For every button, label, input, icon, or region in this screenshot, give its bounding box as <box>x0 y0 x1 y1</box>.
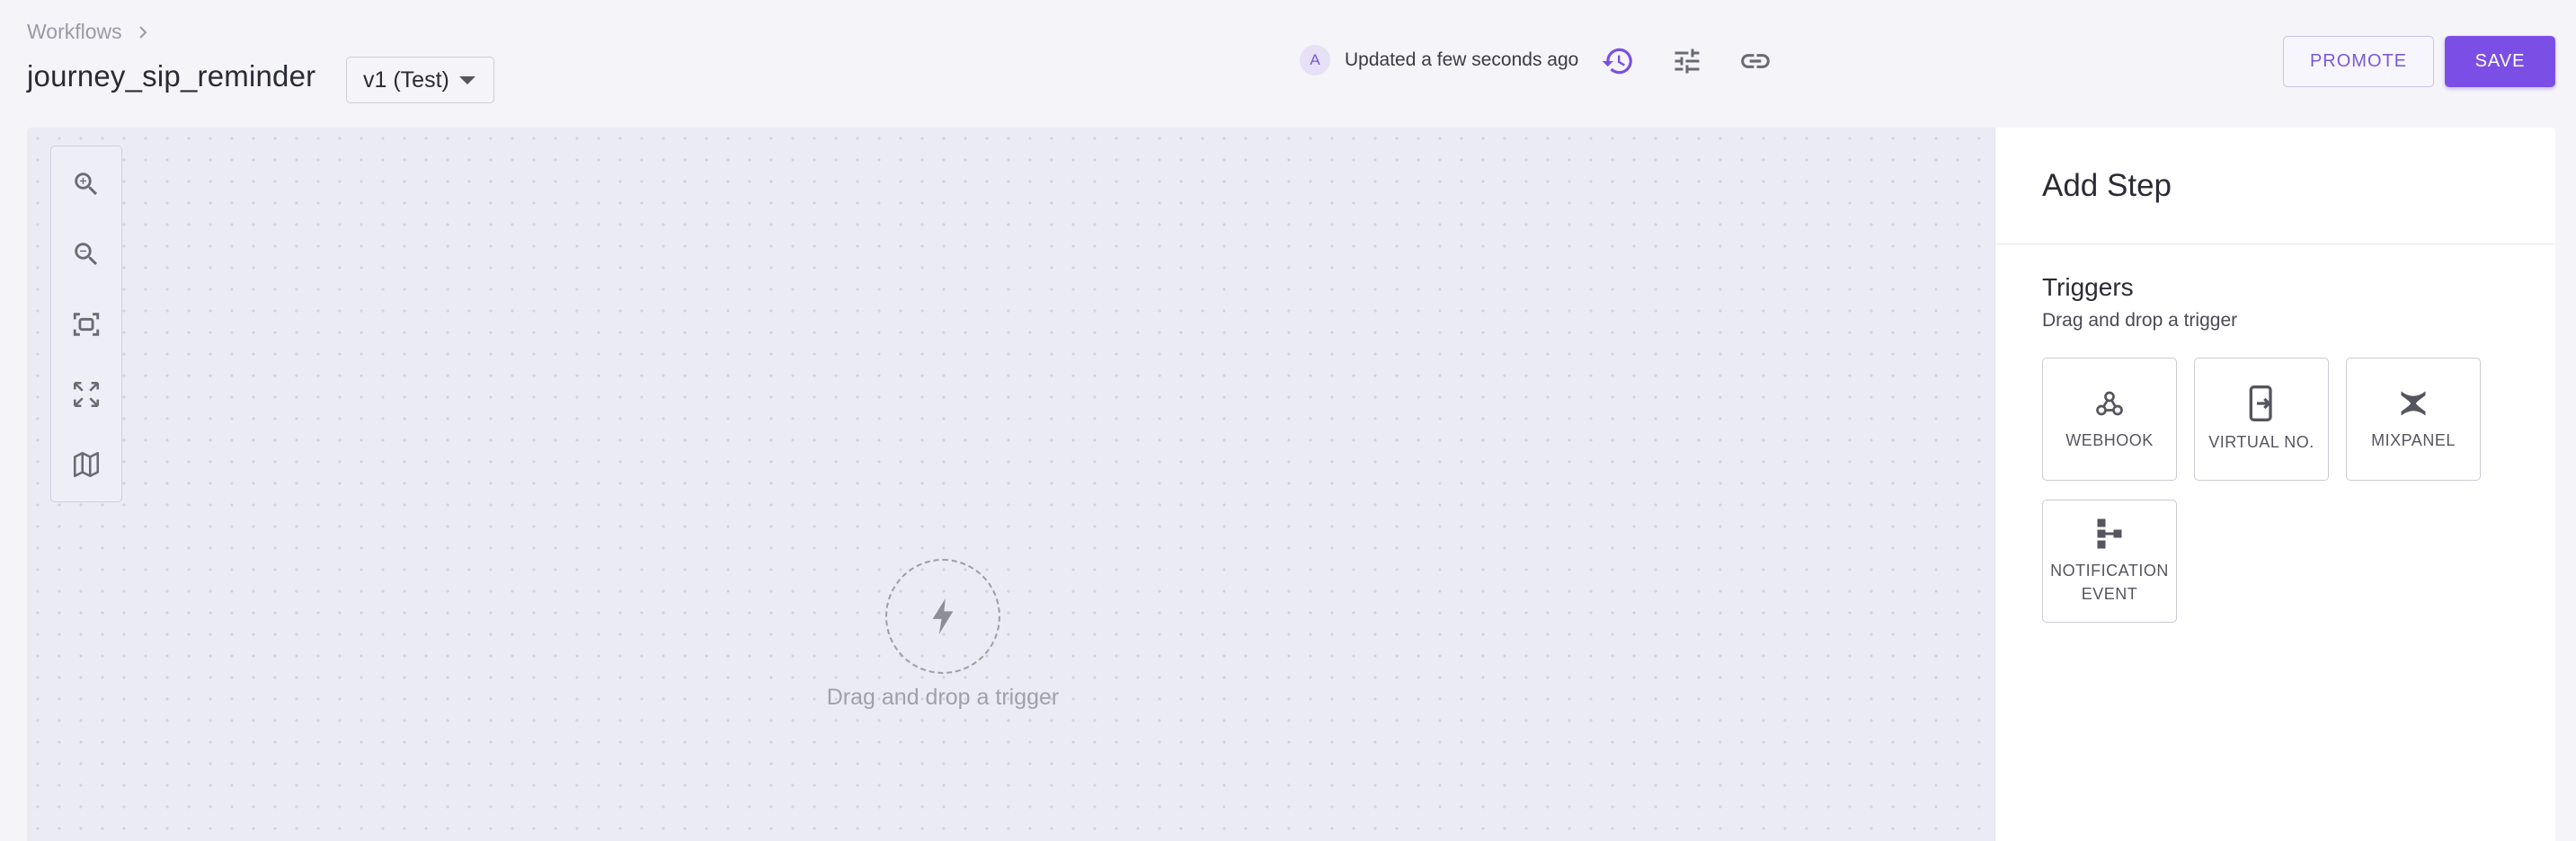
triggers-subtitle: Drag and drop a trigger <box>2042 310 2238 331</box>
trigger-tile-notification-event[interactable]: NOTIFICATION EVENT <box>2042 500 2177 623</box>
bolt-icon <box>932 598 954 634</box>
trigger-tile-label: MIXPANEL <box>2371 430 2456 449</box>
phone-forward-icon <box>2249 385 2272 421</box>
workflow-canvas[interactable]: Drag and drop a trigger <box>27 128 1995 841</box>
caret-down-icon <box>459 76 475 84</box>
status-text: Updated a few seconds ago <box>1345 49 1579 70</box>
fit-view-icon[interactable] <box>68 306 104 342</box>
page-title: journey_sip_reminder <box>27 59 316 93</box>
zoom-in-icon[interactable] <box>68 166 104 202</box>
trigger-tile-webhook[interactable]: WEBHOOK <box>2042 358 2177 481</box>
history-icon[interactable] <box>1600 43 1636 79</box>
panel-title: Add Step <box>1995 128 2555 244</box>
link-icon[interactable] <box>1737 43 1773 79</box>
triggers-heading: Triggers <box>2042 273 2134 301</box>
event-tree-icon <box>2097 518 2122 548</box>
trigger-tile-label: NOTIFICATION EVENT <box>2050 561 2169 603</box>
breadcrumb-workflows-link[interactable]: Workflows <box>27 20 122 44</box>
trigger-tile-virtual-no[interactable]: VIRTUAL NO. <box>2194 358 2329 481</box>
version-select-value: v1 (Test) <box>363 66 449 93</box>
trigger-tile-mixpanel[interactable]: MIXPANEL <box>2346 358 2481 481</box>
trigger-tile-label: VIRTUAL NO. <box>2208 432 2314 451</box>
add-step-panel: Add Step Triggers Drag and drop a trigge… <box>1994 128 2555 841</box>
promote-button[interactable]: PROMOTE <box>2283 36 2434 87</box>
canvas-toolbar <box>50 146 122 502</box>
breadcrumb: Workflows <box>27 20 149 44</box>
mixpanel-icon <box>2401 391 2426 415</box>
minimap-icon[interactable] <box>68 447 104 482</box>
drop-trigger-label: Drag and drop a trigger <box>826 685 1060 710</box>
avatar: A <box>1300 45 1330 75</box>
trigger-tile-label: WEBHOOK <box>2065 430 2154 449</box>
save-status: A Updated a few seconds ago <box>1300 45 1578 75</box>
save-button[interactable]: SAVE <box>2445 36 2555 87</box>
fullscreen-icon[interactable] <box>68 376 104 412</box>
webhook-icon <box>2096 391 2123 415</box>
tune-icon[interactable] <box>1669 43 1705 79</box>
version-select[interactable]: v1 (Test) <box>346 57 494 103</box>
zoom-out-icon[interactable] <box>68 236 104 272</box>
trigger-drop-zone[interactable] <box>885 559 1000 674</box>
chevron-right-icon <box>138 25 147 39</box>
